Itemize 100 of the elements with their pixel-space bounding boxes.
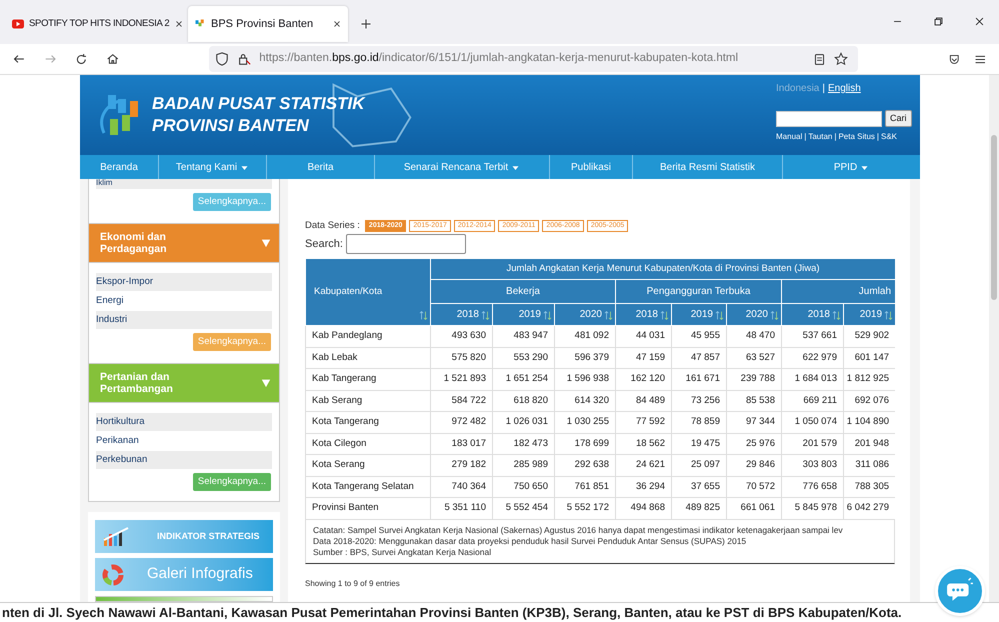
data-series-label: Data Series :	[305, 219, 360, 233]
column-header[interactable]: 2019	[672, 304, 726, 326]
banner-label: Galeri Infografis	[147, 564, 253, 584]
address-bar[interactable]: https://banten.bps.go.id/indicator/6/151/1/jumlah-angkatan-kerja-menurut-kabupaten-kota.html	[209, 46, 858, 72]
table-cell: 45 955	[672, 326, 726, 348]
search-field[interactable]	[776, 110, 882, 126]
new-tab-icon[interactable]	[360, 18, 372, 30]
category-title: Ekonomi dan Perdagangan	[100, 231, 168, 255]
table-cell: Kab Lebak	[306, 347, 430, 369]
table-cell: 70 572	[726, 476, 782, 498]
table-cell: 669 211	[782, 390, 844, 412]
pocket-icon[interactable]	[948, 52, 960, 66]
table-cell: 178 699	[554, 433, 616, 455]
close-icon[interactable]	[174, 19, 184, 29]
category-link[interactable]: Iklim	[96, 179, 272, 189]
bar-chart-icon	[101, 526, 131, 548]
column-header[interactable]: 2018	[616, 304, 672, 326]
table-cell: Kab Tangerang	[306, 368, 430, 390]
table-title: Jumlah Angkatan Kerja Menurut Kabupaten/Kota di Provinsi Banten (Jiwa)	[430, 258, 895, 280]
table-cell: 24 621	[616, 454, 672, 476]
language-link[interactable]: English	[828, 81, 861, 96]
table-cell: 292 638	[554, 454, 616, 476]
table-cell: 618 820	[492, 390, 554, 412]
category-link[interactable]: Industri	[96, 311, 272, 329]
table-cell: 183 017	[430, 433, 492, 455]
language-link[interactable]: Indonesia	[776, 81, 820, 96]
column-group-header: Jumlah	[782, 280, 895, 304]
table-cell: 776 658	[782, 476, 844, 498]
category-header[interactable]: Ekonomi dan Perdagangan	[89, 223, 279, 263]
separator: |	[834, 131, 836, 143]
browser-tab[interactable]: SPOTIFY TOP HITS INDONESIA 2	[6, 6, 188, 42]
table-cell: 5 552 172	[554, 498, 616, 520]
column-header[interactable]: 2018	[782, 304, 844, 326]
column-header[interactable]: 2019	[844, 304, 895, 326]
table-cell: 537 661	[782, 326, 844, 348]
video-play-icon	[12, 18, 24, 30]
table-cell: 596 379	[554, 347, 616, 369]
category-link[interactable]: Perikanan	[96, 432, 272, 450]
table-cell: 78 859	[672, 412, 726, 434]
category-link[interactable]: Perkebunan	[96, 451, 272, 469]
category-link[interactable]: Hortikultura	[96, 413, 272, 431]
scrollbar[interactable]	[989, 75, 999, 605]
table-cell: 303 803	[782, 454, 844, 476]
scrollbar-thumb[interactable]	[991, 135, 997, 300]
column-header[interactable]: 2019	[492, 304, 554, 326]
table-cell: 481 092	[554, 326, 616, 348]
home-icon[interactable]	[106, 52, 120, 66]
close-icon[interactable]	[974, 16, 985, 27]
restore-icon[interactable]	[933, 16, 944, 27]
table-cell: 29 846	[726, 454, 782, 476]
search-button[interactable]: Cari	[885, 110, 912, 127]
table-cell: 575 820	[430, 347, 492, 369]
column-header[interactable]: 2018	[430, 304, 492, 326]
chat-button[interactable]	[935, 566, 985, 616]
tab-title: BPS Provinsi Banten	[211, 16, 314, 32]
table-cell: 5 552 454	[492, 498, 554, 520]
header-link[interactable]: Peta Situs	[838, 131, 875, 143]
table-cell: 1 026 031	[492, 412, 554, 434]
table-cell: Kota Tangerang	[306, 412, 430, 434]
close-icon[interactable]	[332, 19, 342, 29]
banner[interactable]: Galeri Infografis	[95, 558, 273, 591]
table-cell: 97 344	[726, 412, 782, 434]
lock-icon[interactable]	[237, 52, 252, 66]
column-header[interactable]: 2020	[554, 304, 616, 326]
table-cell: 489 825	[672, 498, 726, 520]
nav-item[interactable]: Beranda	[80, 155, 158, 179]
table-cell: 47 857	[672, 347, 726, 369]
table-cell: 85 538	[726, 390, 782, 412]
column-header[interactable]: Kabupaten/Kota	[306, 258, 430, 326]
table-cell: 285 989	[492, 454, 554, 476]
shield-icon[interactable]	[215, 52, 230, 66]
header-link[interactable]: Manual	[776, 131, 802, 143]
header-link[interactable]: S&K	[880, 131, 897, 143]
site-title: BADAN PUSAT STATISTIK	[152, 93, 364, 115]
table-cell: 25 976	[726, 433, 782, 455]
more-button[interactable]: Selengkapnya...	[192, 473, 271, 491]
category-link[interactable]: Ekspor-Impor	[96, 273, 272, 291]
column-header[interactable]: 2020	[726, 304, 782, 326]
announcement-text: nten di Jl. Syech Nawawi Al-Bantani, Kawasan Pusat Pemerintahan Provinsi Banten (KP3B), Serang, Banten, atau ke PST di BPS Kabupaten/Kota.	[1, 604, 902, 622]
reader-view-icon[interactable]	[812, 52, 826, 66]
table-cell: 44 031	[616, 326, 672, 348]
note-text: Sumber : BPS, Survei Angkatan Kerja Nasional	[313, 546, 492, 558]
table-cell: Kota Tangerang Selatan	[306, 476, 430, 498]
table-cell: Provinsi Banten	[306, 498, 430, 520]
table-cell: 18 562	[616, 433, 672, 455]
reload-icon[interactable]	[75, 52, 88, 66]
donut-chart-icon	[101, 562, 125, 586]
url-text: https://banten.bps.go.id/indicator/6/151/1/jumlah-angkatan-kerja-menurut-kabupaten-kota.html	[259, 51, 740, 66]
search-field[interactable]	[346, 234, 466, 254]
table-cell: 36 294	[616, 476, 672, 498]
category-link[interactable]: Energi	[96, 292, 272, 310]
table-cell: 493 630	[430, 326, 492, 348]
category-title: Pertanian dan Pertambangan	[100, 371, 174, 395]
search-label: Search:	[305, 237, 343, 252]
star-icon[interactable]	[834, 52, 848, 66]
header-link[interactable]: Tautan	[808, 131, 832, 143]
banner[interactable]: INDIKATOR STRATEGIS	[95, 520, 273, 553]
browser-tab[interactable]: BPS Provinsi Banten	[188, 6, 348, 42]
table-cell: 5 351 110	[430, 498, 492, 520]
table-cell: 239 788	[726, 368, 782, 390]
